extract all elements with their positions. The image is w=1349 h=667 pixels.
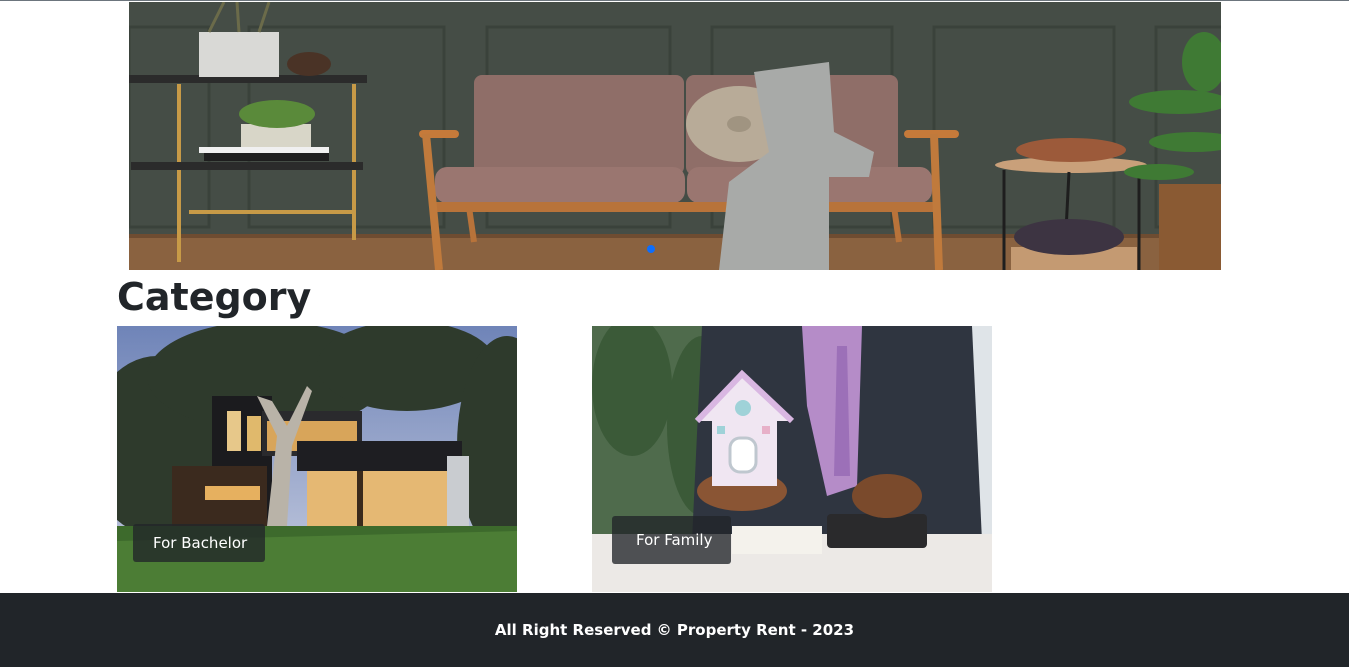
category-label-family: For Family (612, 516, 731, 564)
top-divider (0, 0, 1349, 1)
category-heading: Category (117, 275, 312, 319)
hero-carousel[interactable] (129, 2, 1221, 270)
footer-copyright: All Right Reserved © Property Rent - 202… (494, 621, 855, 639)
category-card-bachelor[interactable]: For Bachelor (117, 326, 517, 592)
category-card-family[interactable]: For Family (592, 326, 992, 592)
footer: All Right Reserved © Property Rent - 202… (0, 593, 1349, 667)
hero-image-living-room (129, 2, 1221, 270)
carousel-indicator-1[interactable] (647, 245, 655, 253)
category-label-bachelor: For Bachelor (133, 524, 265, 562)
